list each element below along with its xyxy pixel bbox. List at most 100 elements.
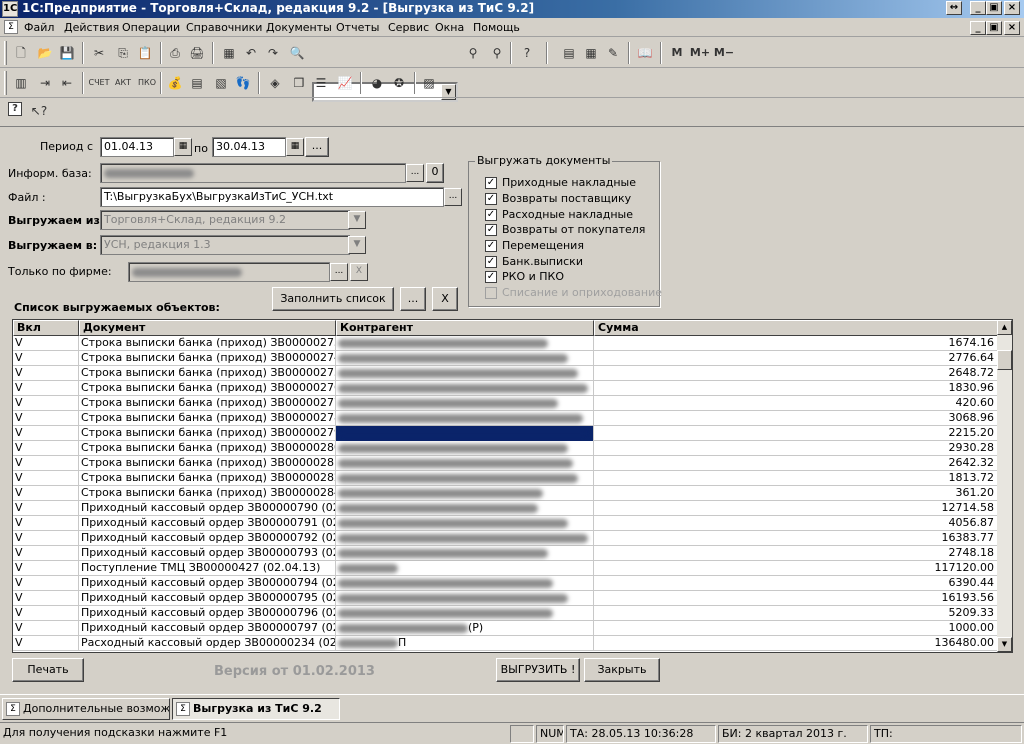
menu-actions[interactable]: Действия [64,21,119,34]
cell-counterparty[interactable] [336,336,594,351]
menu-operations[interactable]: Операции [122,21,180,34]
report-icon[interactable]: ▧ [212,74,230,92]
cell-enabled[interactable]: V [13,366,79,381]
cell-document[interactable]: Строка выписки банка (приход) ЗВ00000273… [79,336,336,351]
act-icon[interactable]: АКТ [112,74,134,92]
export-to-select[interactable]: УСН, редакция 1.3 [100,235,350,255]
chart-icon[interactable]: 📈 [336,74,354,92]
cell-sum[interactable]: 6390.44 [594,576,998,591]
period-select-button[interactable]: ... [305,137,329,157]
list-options-button[interactable]: ... [400,287,426,311]
column-header-counterparty[interactable]: Контрагент [336,320,594,336]
help-icon[interactable]: ? [8,102,22,116]
cell-enabled[interactable]: V [13,456,79,471]
check-icon[interactable]: ✓ [485,193,497,205]
period-to-input[interactable]: 30.04.13 [212,137,286,157]
calc-grid-icon[interactable]: ▦ [582,44,600,62]
checkbox-outgoing-invoices[interactable]: ✓ Расходные накладные [485,208,633,222]
export-button[interactable]: ВЫГРУЗИТЬ ! [496,658,580,682]
check-icon[interactable]: ✓ [485,240,497,252]
find-icon[interactable]: 🔍 [288,44,306,62]
cell-sum[interactable]: 2642.32 [594,456,998,471]
redo-icon[interactable]: ↷ [264,44,282,62]
table-row[interactable]: V Строка выписки банка (приход) ЗВ0000027… [13,366,998,381]
cell-document[interactable]: Приходный кассовый ордер ЗВ00000795 (02.… [79,591,336,606]
app-icon[interactable]: 1С [2,1,18,17]
cell-counterparty[interactable] [336,381,594,396]
paste-icon[interactable]: 📋 [136,44,154,62]
export-from-select[interactable]: Торговля+Склад, редакция 9.2 [100,210,350,230]
cell-counterparty[interactable] [336,351,594,366]
cell-sum[interactable]: 2648.72 [594,366,998,381]
cell-document[interactable]: Строка выписки банка (приход) ЗВ00000281… [79,456,336,471]
cell-counterparty[interactable] [336,516,594,531]
calendar-from-icon[interactable]: ▦ [174,138,192,156]
cell-sum[interactable]: 420.60 [594,396,998,411]
cell-sum[interactable]: 361.20 [594,486,998,501]
menu-documents[interactable]: Документы [266,21,332,34]
cell-sum[interactable]: 2776.64 [594,351,998,366]
cell-sum[interactable]: 2930.28 [594,441,998,456]
cut-icon[interactable]: ✂ [90,44,108,62]
print-preview-icon[interactable]: 🖨 [188,44,206,62]
table-row[interactable]: VРасходный кассовый ордер ЗВ00000234 (02… [13,636,998,651]
find-prev-icon[interactable]: ⚲ [488,44,506,62]
table-row[interactable]: V Поступление ТМЦ ЗВ00000427 (02.04.13) 11… [13,561,998,576]
period-from-input[interactable]: 01.04.13 [100,137,174,157]
scroll-up-icon[interactable]: ▲ [997,320,1012,335]
cell-document[interactable]: Расходный кассовый ордер ЗВ00000234 (02.… [79,636,336,651]
table-row[interactable]: VПриходный кассовый ордер ЗВ00000795 (02… [13,591,998,606]
export-objects-table[interactable]: Вкл Документ Контрагент Сумма V Строка вы… [12,319,1013,653]
cell-counterparty[interactable] [336,366,594,381]
menu-file[interactable]: Файл [24,21,54,34]
cell-document[interactable]: Приходный кассовый ордер ЗВ00000794 (02.… [79,576,336,591]
close-form-button[interactable]: Закрыть [584,658,660,682]
cell-counterparty[interactable] [336,456,594,471]
cell-counterparty[interactable] [336,411,594,426]
cell-document[interactable]: Строка выписки банка (приход) ЗВ00000274… [79,351,336,366]
outgoing-icon[interactable]: ⇤ [58,74,76,92]
check-icon[interactable]: ✓ [485,224,497,236]
close-button[interactable]: × [1004,1,1020,15]
cell-enabled[interactable]: V [13,486,79,501]
cell-sum[interactable]: 4056.87 [594,516,998,531]
toolbar-grip[interactable] [4,71,7,95]
table-row[interactable]: V Строка выписки банка (приход) ЗВ0000027… [13,426,998,441]
cell-counterparty[interactable] [336,486,594,501]
check-icon[interactable]: ✓ [485,256,497,268]
cell-document[interactable]: Строка выписки банка (приход) ЗВ00000279… [79,426,336,441]
cell-enabled[interactable]: V [13,396,79,411]
minimize-button[interactable]: _ [970,1,986,15]
cell-document[interactable]: Приходный кассовый ордер ЗВ00000792 (02.… [79,531,336,546]
cell-enabled[interactable]: V [13,381,79,396]
checkbox-returns-to-supplier[interactable]: ✓ Возвраты поставщику [485,192,631,206]
vertical-scrollbar[interactable]: ▲ ▼ [997,320,1012,652]
print-button[interactable]: Печать [12,658,84,682]
memory-m-button[interactable]: M [668,44,686,62]
firm-select-button[interactable]: ... [330,263,348,281]
check-icon[interactable]: ✓ [485,177,497,189]
cell-sum[interactable]: 1830.96 [594,381,998,396]
money-bag-icon[interactable]: 💰 [166,74,184,92]
export-icon[interactable]: ▨ [420,74,438,92]
goods-icon[interactable]: ◈ [266,74,284,92]
memory-plus-button[interactable]: M+ [688,44,712,62]
cell-enabled[interactable]: V [13,516,79,531]
table-row[interactable]: VПриходный кассовый ордер ЗВ00000794 (02… [13,576,998,591]
cell-counterparty[interactable]: (Р) [336,621,594,636]
child-close-button[interactable]: × [1004,21,1020,35]
child-restore-button[interactable]: ▣ [986,21,1002,35]
file-path-input[interactable]: T:\ВыгрузкаБух\ВыгрузкаИзТиС_УСН.txt [100,187,444,207]
fill-list-button[interactable]: Заполнить список [272,287,394,311]
cell-document[interactable]: Приходный кассовый ордер ЗВ00000790 (02.… [79,501,336,516]
cell-enabled[interactable]: V [13,621,79,636]
whats-this-icon[interactable]: ↖? [30,102,48,120]
cell-counterparty[interactable] [336,441,594,456]
cell-sum[interactable]: 2215.20 [594,426,998,441]
cell-enabled[interactable]: V [13,546,79,561]
table-row[interactable]: V Строка выписки банка (приход) ЗВ0000028… [13,456,998,471]
checkbox-transfers[interactable]: ✓ Перемещения [485,239,584,253]
cell-document[interactable]: Строка выписки банка (приход) ЗВ00000280… [79,441,336,456]
toolbar-grip[interactable] [4,41,7,65]
cell-sum[interactable]: 16193.56 [594,591,998,606]
